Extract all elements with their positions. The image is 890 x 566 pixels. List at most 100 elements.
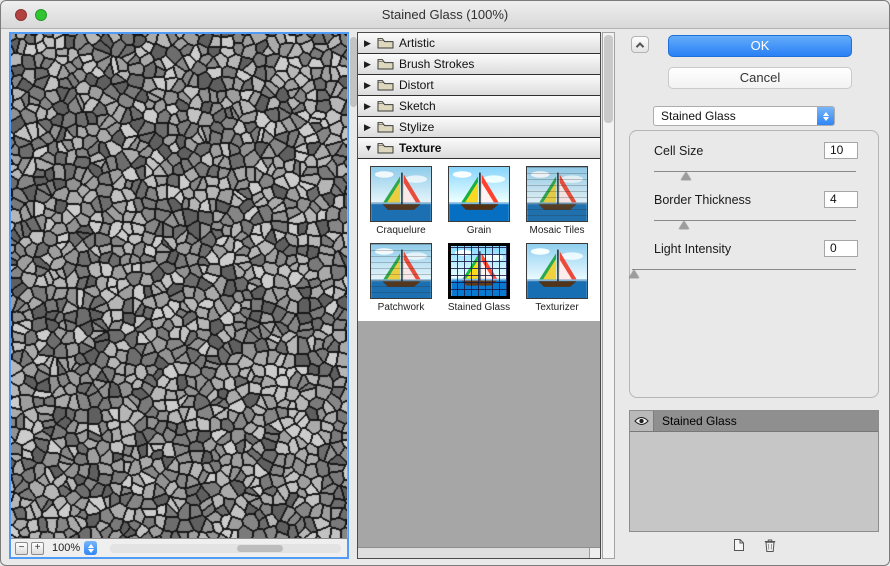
grain-preview-image bbox=[448, 166, 510, 222]
folder-icon bbox=[377, 79, 394, 91]
filter-thumbnail-texturizer[interactable]: Texturizer bbox=[520, 243, 594, 313]
thumbnail-label: Mosaic Tiles bbox=[529, 225, 584, 236]
effect-layer-label: Stained Glass bbox=[654, 411, 737, 431]
filter-list-scrollbar[interactable] bbox=[602, 32, 615, 559]
filter-thumbnail-grain[interactable]: Grain bbox=[442, 166, 516, 236]
light-intensity-label: Light Intensity bbox=[654, 242, 731, 256]
thumbnail-label: Stained Glass bbox=[448, 302, 510, 313]
border-thickness-control: Border Thickness 4 bbox=[654, 190, 858, 224]
light-intensity-input[interactable]: 0 bbox=[824, 240, 858, 257]
cell-size-control: Cell Size 10 bbox=[654, 141, 858, 175]
collapse-panel-button[interactable] bbox=[631, 36, 649, 53]
cell-size-label: Cell Size bbox=[654, 144, 703, 158]
zoom-in-button[interactable]: + bbox=[31, 542, 44, 555]
preview-horizontal-scrollbar[interactable] bbox=[110, 544, 341, 553]
mosaic-tiles-preview-image bbox=[526, 166, 588, 222]
zoom-out-button[interactable]: − bbox=[15, 542, 28, 555]
effect-layers-panel: Stained Glass bbox=[629, 410, 879, 532]
border-thickness-label: Border Thickness bbox=[654, 193, 751, 207]
triangle-right-icon: ▶ bbox=[364, 59, 377, 70]
thumbnail-label: Texturizer bbox=[535, 302, 578, 313]
category-label: Stylize bbox=[399, 120, 434, 134]
category-row-distort[interactable]: ▶ Distort bbox=[358, 75, 600, 96]
folder-icon bbox=[377, 58, 394, 70]
effect-layer-actions bbox=[629, 534, 879, 556]
window-title: Stained Glass (100%) bbox=[1, 1, 889, 29]
select-stepper-icon bbox=[817, 107, 834, 125]
preview-statusbar: − + 100% bbox=[11, 538, 347, 557]
category-row-sketch[interactable]: ▶ Sketch bbox=[358, 96, 600, 117]
scrollbar-corner bbox=[589, 548, 600, 558]
trash-icon bbox=[763, 538, 777, 553]
border-thickness-slider-thumb[interactable] bbox=[679, 216, 689, 229]
zoom-level-value: 100% bbox=[52, 542, 80, 554]
open-folder-icon bbox=[377, 142, 394, 154]
stained-glass-preview-thumb bbox=[448, 243, 510, 299]
triangle-right-icon: ▶ bbox=[364, 122, 377, 133]
window-zoom-button[interactable] bbox=[35, 9, 47, 21]
dialog-content: − + 100% ▶ Artistic ▶ Brush Strokes ▶ Di… bbox=[1, 29, 889, 566]
zoom-level-select[interactable]: 100% bbox=[52, 541, 97, 555]
filter-thumbnail-patchwork[interactable]: Patchwork bbox=[364, 243, 438, 313]
patchwork-preview-image bbox=[370, 243, 432, 299]
category-row-stylize[interactable]: ▶ Stylize bbox=[358, 117, 600, 138]
craquelure-preview-image bbox=[370, 166, 432, 222]
effect-layer-row[interactable]: Stained Glass bbox=[630, 411, 878, 432]
titlebar: Stained Glass (100%) bbox=[1, 1, 889, 29]
cell-size-slider[interactable] bbox=[654, 171, 856, 175]
stained-glass-preview-image[interactable] bbox=[11, 34, 347, 538]
filter-thumbnail-grid: Craquelure Grain Mosaic Tiles Patchwork … bbox=[358, 159, 600, 321]
filter-list-hscroll[interactable] bbox=[358, 547, 600, 558]
zoom-stepper-icon[interactable] bbox=[84, 541, 97, 555]
filter-select-value: Stained Glass bbox=[654, 109, 817, 123]
category-label: Distort bbox=[399, 78, 434, 92]
thumbnail-label: Grain bbox=[467, 225, 491, 236]
triangle-down-icon: ▼ bbox=[364, 143, 377, 153]
border-thickness-slider[interactable] bbox=[654, 220, 856, 224]
filter-list-scroll-thumb[interactable] bbox=[604, 35, 613, 123]
category-label: Brush Strokes bbox=[399, 57, 474, 71]
thumbnail-label: Patchwork bbox=[378, 302, 425, 313]
filter-gallery-window: Stained Glass (100%) − + 100% ▶ Artistic… bbox=[0, 0, 890, 566]
new-layer-icon bbox=[730, 538, 746, 552]
chevron-up-icon bbox=[636, 42, 644, 50]
filter-thumbnail-craquelure[interactable]: Craquelure bbox=[364, 166, 438, 236]
folder-icon bbox=[377, 100, 394, 112]
category-row-texture[interactable]: ▼ Texture bbox=[358, 138, 600, 159]
light-intensity-slider[interactable] bbox=[632, 269, 856, 273]
filter-select-dropdown[interactable]: Stained Glass bbox=[653, 106, 835, 126]
ok-button[interactable]: OK bbox=[668, 35, 852, 57]
cell-size-slider-thumb[interactable] bbox=[681, 167, 691, 180]
delete-effect-layer-button[interactable] bbox=[758, 536, 782, 554]
category-label: Sketch bbox=[399, 99, 436, 113]
border-thickness-input[interactable]: 4 bbox=[824, 191, 858, 208]
filter-thumbnail-stained-glass[interactable]: Stained Glass bbox=[442, 243, 516, 313]
triangle-right-icon: ▶ bbox=[364, 101, 377, 112]
texturizer-preview-image bbox=[526, 243, 588, 299]
filter-thumbnail-mosaic-tiles[interactable]: Mosaic Tiles bbox=[520, 166, 594, 236]
cell-size-input[interactable]: 10 bbox=[824, 142, 858, 159]
folder-icon bbox=[377, 37, 394, 49]
preview-hscroll-thumb[interactable] bbox=[237, 545, 283, 552]
new-effect-layer-button[interactable] bbox=[726, 536, 750, 554]
folder-icon bbox=[377, 121, 394, 133]
visibility-toggle[interactable] bbox=[630, 411, 654, 431]
triangle-right-icon: ▶ bbox=[364, 38, 377, 49]
filter-list-empty-area bbox=[358, 321, 600, 547]
light-intensity-slider-thumb[interactable] bbox=[629, 265, 639, 278]
category-label: Texture bbox=[399, 141, 441, 155]
thumbnail-label: Craquelure bbox=[376, 225, 425, 236]
triangle-right-icon: ▶ bbox=[364, 80, 377, 91]
preview-vertical-scrollbar[interactable] bbox=[347, 34, 348, 538]
filter-category-list: ▶ Artistic ▶ Brush Strokes ▶ Distort ▶ S… bbox=[357, 32, 601, 559]
preview-vscroll-thumb[interactable] bbox=[350, 37, 357, 107]
filter-settings-panel: Cell Size 10 Border Thickness 4 Light In… bbox=[629, 130, 879, 398]
cancel-button[interactable]: Cancel bbox=[668, 67, 852, 89]
light-intensity-control: Light Intensity 0 bbox=[654, 239, 858, 273]
category-row-artistic[interactable]: ▶ Artistic bbox=[358, 33, 600, 54]
eye-icon bbox=[634, 416, 649, 426]
category-row-brush-strokes[interactable]: ▶ Brush Strokes bbox=[358, 54, 600, 75]
preview-pane: − + 100% bbox=[9, 32, 349, 559]
category-label: Artistic bbox=[399, 36, 435, 50]
close-button[interactable] bbox=[15, 9, 27, 21]
